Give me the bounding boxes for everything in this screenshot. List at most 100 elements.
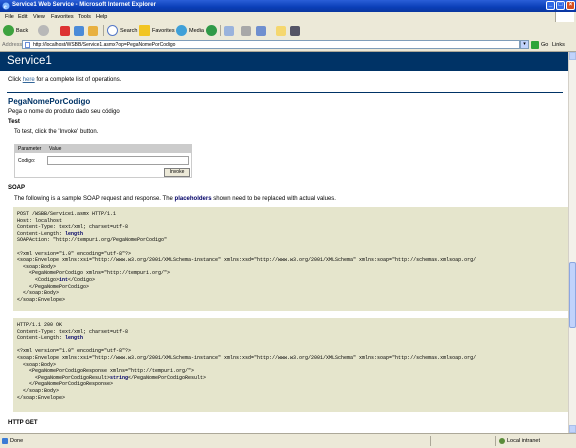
page-icon — [25, 42, 30, 48]
go-arrow-icon — [531, 41, 539, 49]
history-button[interactable] — [206, 24, 219, 37]
address-dropdown-button[interactable]: ▾ — [520, 40, 529, 49]
menu-tools[interactable]: Tools — [78, 14, 91, 20]
code-line: <PegaNomePorCodigoResult>string</PegaNom… — [17, 374, 207, 381]
status-separator — [430, 436, 431, 446]
print-button[interactable] — [241, 24, 251, 37]
search-label: Search — [120, 27, 138, 34]
forward-button[interactable] — [38, 24, 51, 37]
invoke-button[interactable]: Invoke — [164, 168, 190, 177]
vertical-scrollbar[interactable] — [568, 52, 576, 433]
scroll-down-button[interactable] — [569, 425, 576, 433]
code-line: <?xml version="1.0" encoding="utf-8"?> — [17, 250, 132, 257]
code-line: <soap:Envelope xmlns:xsi="http://www.w3.… — [17, 257, 477, 264]
toolbar: Back Search Favorites Media — [0, 22, 576, 40]
back-arrow-icon — [3, 25, 14, 36]
favorites-label: Favorites — [152, 27, 175, 34]
edit-button[interactable] — [256, 24, 266, 37]
search-icon — [107, 25, 118, 36]
here-link[interactable]: here — [23, 77, 35, 83]
menu-view[interactable]: View — [33, 14, 45, 20]
code-line: <?xml version="1.0" encoding="utf-8"?> — [17, 348, 132, 355]
ie-logo-icon: e — [2, 2, 10, 10]
address-url: http://localhost/WSBB/Service1.asmx?op=P… — [33, 42, 176, 48]
window-title: Service1 Web Service - Microsoft Interne… — [12, 2, 156, 8]
code-line: SOAPAction: "http://tempuri.org/PegaNome… — [17, 237, 168, 244]
windows-logo-icon — [555, 12, 574, 22]
code-line: </soap:Envelope> — [17, 296, 66, 303]
stop-button[interactable] — [60, 24, 70, 37]
operation-description: Pega o nome do produto dado seu código — [8, 109, 120, 115]
links-button[interactable]: Links — [552, 42, 565, 48]
code-line: <soap:Envelope xmlns:xsi="http://www.w3.… — [17, 354, 477, 361]
home-button[interactable] — [88, 24, 98, 37]
refresh-icon — [74, 25, 84, 36]
soap-desc-prefix: The following is a sample SOAP request a… — [14, 196, 175, 202]
code-line: </soap:Body> — [17, 290, 60, 297]
home-icon — [88, 25, 98, 36]
minimize-button[interactable]: _ — [546, 1, 555, 10]
click-suffix: for a complete list of operations. — [34, 77, 122, 83]
page-content: Service1 Click here for a complete list … — [0, 52, 568, 433]
code-line: POST /WSBB/Service1.asmx HTTP/1.1 — [17, 211, 117, 217]
mail-button[interactable] — [224, 24, 234, 37]
back-button[interactable]: Back — [3, 24, 28, 37]
code-line: <PegaNomePorCodigoResponse xmlns="http:/… — [17, 368, 195, 375]
soap-response-code: HTTP/1.1 200 OK Content-Type: text/xml; c… — [13, 318, 568, 412]
click-prefix: Click — [8, 77, 23, 83]
code-line: </PegaNomePorCodigo> — [17, 283, 90, 290]
stop-icon — [60, 25, 70, 36]
code-line: Content-Type: text/xml; charset=utf-8 — [17, 224, 129, 231]
test-form: Parameter Value Codigo: Invoke — [14, 144, 192, 178]
codigo-label: Codigo: — [18, 158, 36, 164]
code-line: <soap:Body> — [17, 361, 57, 368]
mail-icon — [224, 25, 234, 36]
refresh-button[interactable] — [74, 24, 84, 37]
media-icon — [176, 25, 187, 36]
menu-help[interactable]: Help — [96, 14, 107, 20]
media-label: Media — [189, 27, 204, 34]
parameter-column: Parameter — [18, 146, 42, 152]
test-instruction: To test, click the 'Invoke' button. — [14, 129, 99, 135]
menu-favorites[interactable]: Favorites — [51, 14, 74, 20]
address-input[interactable]: http://localhost/WSBB/Service1.asmx?op=P… — [22, 40, 520, 49]
svg-text:e: e — [4, 5, 7, 11]
test-heading: Test — [8, 119, 20, 125]
menu-edit[interactable]: Edit — [18, 14, 27, 20]
go-button[interactable]: Go — [531, 41, 548, 49]
scroll-up-button[interactable] — [569, 52, 576, 60]
title-bar: e Service1 Web Service - Microsoft Inter… — [0, 0, 576, 12]
favorites-button[interactable]: Favorites — [139, 24, 175, 37]
code-line: Content-Length: length — [17, 335, 84, 342]
code-line: HTTP/1.1 200 OK — [17, 322, 63, 328]
page-done-icon — [2, 438, 8, 444]
service-name: Service1 — [7, 55, 52, 67]
code-line: <soap:Body> — [17, 263, 57, 270]
close-button[interactable]: × — [566, 1, 575, 10]
code-line: Host: localhost — [17, 217, 63, 224]
soap-heading: SOAP — [8, 185, 26, 191]
maximize-button[interactable]: □ — [556, 1, 565, 10]
toolbar-separator — [220, 25, 221, 36]
scroll-thumb[interactable] — [569, 262, 576, 328]
discuss-icon — [276, 25, 286, 36]
discuss-button[interactable] — [276, 24, 286, 37]
media-button[interactable]: Media — [176, 24, 204, 37]
code-line: Content-Type: text/xml; charset=utf-8 — [17, 328, 129, 335]
operations-line: Click here for a complete list of operat… — [8, 77, 121, 83]
messenger-button[interactable] — [290, 24, 300, 37]
soap-description: The following is a sample SOAP request a… — [14, 196, 336, 202]
security-zone: Local intranet — [507, 438, 541, 444]
codigo-input[interactable] — [47, 156, 189, 165]
print-icon — [241, 25, 251, 36]
menu-file[interactable]: File — [5, 14, 14, 20]
toolbar-separator — [103, 25, 104, 36]
http-get-heading: HTTP GET — [8, 420, 38, 426]
service-banner: Service1 — [0, 52, 568, 71]
status-separator — [495, 436, 496, 446]
history-icon — [206, 25, 217, 36]
search-button[interactable]: Search — [107, 24, 137, 37]
messenger-icon — [290, 25, 300, 36]
